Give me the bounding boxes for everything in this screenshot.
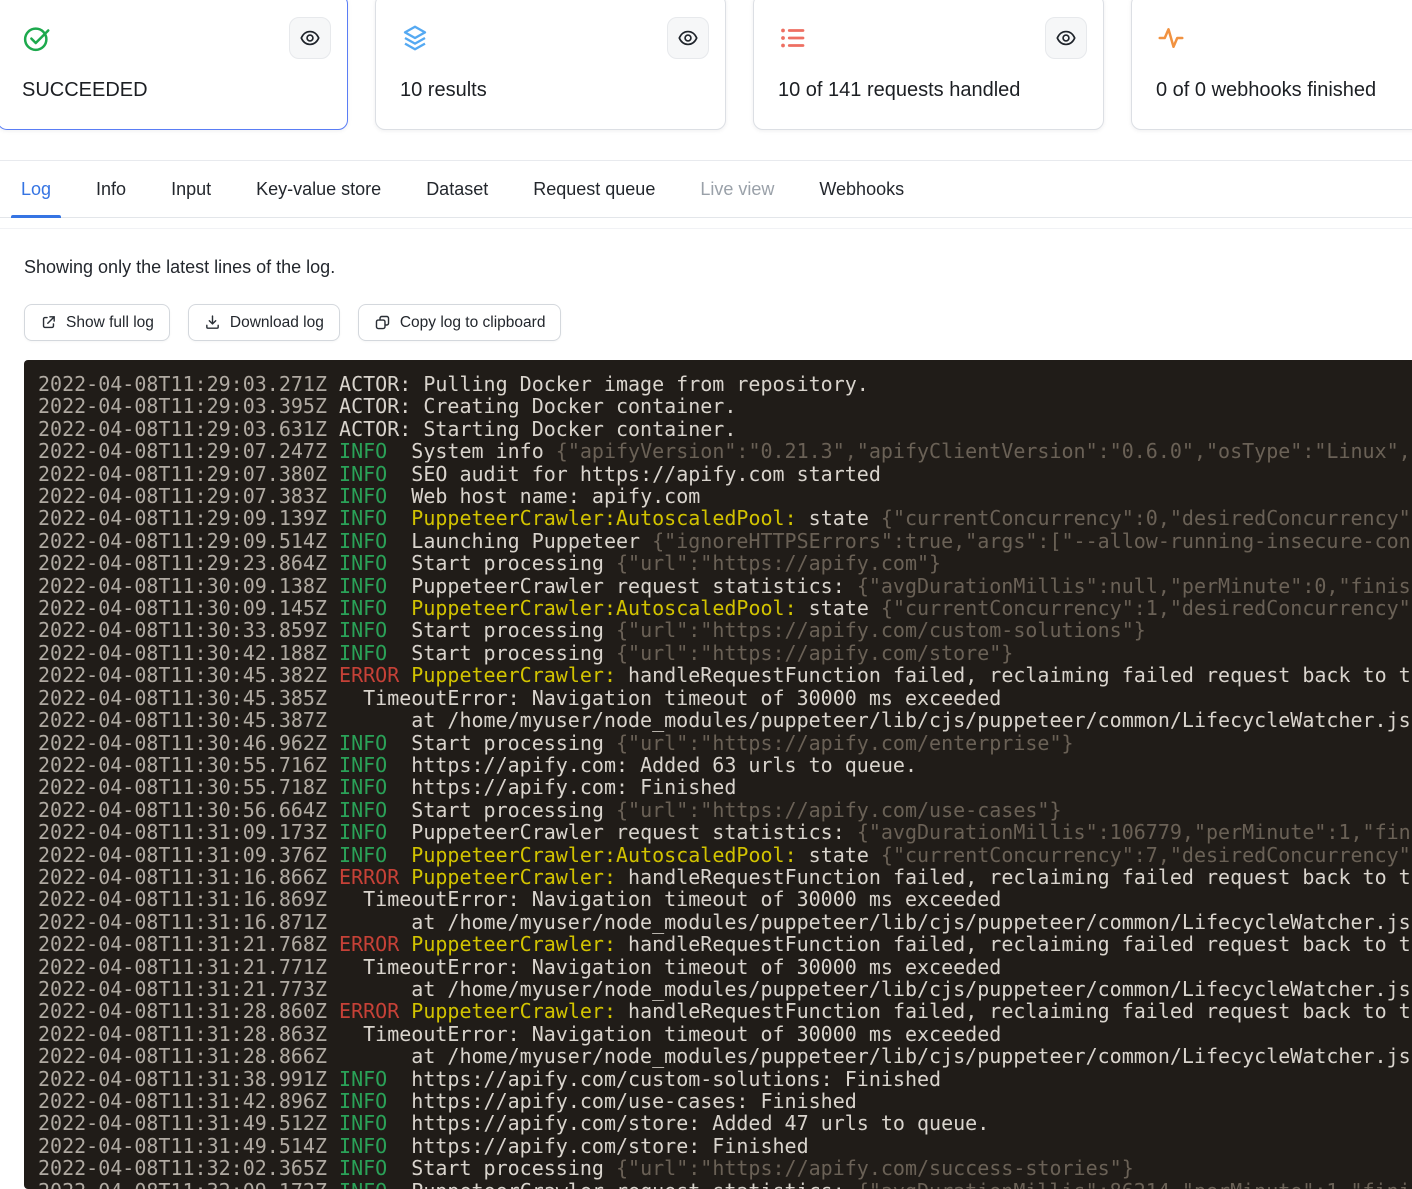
tab-dataset[interactable]: Dataset: [426, 161, 488, 217]
log-line: 2022-04-08T11:31:28.860Z ERROR Puppeteer…: [38, 1000, 1412, 1022]
tab-webhooks[interactable]: Webhooks: [819, 161, 904, 217]
list-icon: [778, 23, 1079, 53]
show-full-log-button[interactable]: Show full log: [24, 304, 170, 341]
log-line: 2022-04-08T11:30:45.385Z TimeoutError: N…: [38, 687, 1412, 709]
status-card-label: SUCCEEDED: [22, 79, 323, 102]
eye-icon: [677, 27, 699, 49]
tab-request-queue[interactable]: Request queue: [533, 161, 655, 217]
log-line: 2022-04-08T11:31:16.869Z TimeoutError: N…: [38, 888, 1412, 910]
tabs: Log Info Input Key-value store Dataset Reques…: [0, 161, 1412, 217]
log-line: 2022-04-08T11:30:56.664Z INFO Start proc…: [38, 799, 1412, 821]
log-line: 2022-04-08T11:31:49.512Z INFO https://ap…: [38, 1112, 1412, 1134]
log-line: 2022-04-08T11:31:16.871Z at /home/myuser…: [38, 911, 1412, 933]
log-line: 2022-04-08T11:30:46.962Z INFO Start proc…: [38, 732, 1412, 754]
download-icon: [204, 314, 221, 331]
eye-preview-button[interactable]: [1045, 17, 1087, 59]
status-card-label: 0 of 0 webhooks finished: [1156, 79, 1412, 102]
log-line: 2022-04-08T11:31:16.866Z ERROR Puppeteer…: [38, 866, 1412, 888]
copy-log-to-clipboard-button[interactable]: Copy log to clipboard: [358, 304, 562, 341]
log-line: 2022-04-08T11:31:21.768Z ERROR Puppeteer…: [38, 933, 1412, 955]
layers-icon: [400, 23, 701, 53]
log-line: 2022-04-08T11:31:49.514Z INFO https://ap…: [38, 1135, 1412, 1157]
copy-icon: [374, 314, 391, 331]
button-label: Copy log to clipboard: [400, 314, 546, 332]
log-line: 2022-04-08T11:31:38.991Z INFO https://ap…: [38, 1068, 1412, 1090]
pulse-icon: [1156, 23, 1412, 53]
status-card-webhooks[interactable]: 0 of 0 webhooks finished: [1131, 0, 1412, 130]
log-line: 2022-04-08T11:30:33.859Z INFO Start proc…: [38, 619, 1412, 641]
log-line: 2022-04-08T11:30:42.188Z INFO Start proc…: [38, 642, 1412, 664]
log-line: 2022-04-08T11:31:09.376Z INFO PuppeteerC…: [38, 844, 1412, 866]
log-line: 2022-04-08T11:31:21.771Z TimeoutError: N…: [38, 956, 1412, 978]
tab-log[interactable]: Log: [21, 161, 51, 217]
log-line: 2022-04-08T11:31:28.863Z TimeoutError: N…: [38, 1023, 1412, 1045]
log-line: 2022-04-08T11:29:03.395Z ACTOR: Creating…: [38, 395, 1412, 417]
log-line: 2022-04-08T11:30:55.718Z INFO https://ap…: [38, 776, 1412, 798]
download-log-button[interactable]: Download log: [188, 304, 340, 341]
status-card-label: 10 of 141 requests handled: [778, 79, 1079, 102]
log-line: 2022-04-08T11:30:09.138Z INFO PuppeteerC…: [38, 575, 1412, 597]
status-card-label: 10 results: [400, 79, 701, 102]
status-cards: SUCCEEDED 10 results 10 of 141 requests ha…: [0, 0, 1412, 130]
log-tab-panel: Showing only the latest lines of the log…: [0, 218, 1412, 1189]
status-card-status[interactable]: SUCCEEDED: [0, 0, 348, 130]
status-card-results[interactable]: 10 results: [375, 0, 726, 130]
log-line: 2022-04-08T11:31:21.773Z at /home/myuser…: [38, 978, 1412, 1000]
log-line: 2022-04-08T11:29:09.514Z INFO Launching …: [38, 530, 1412, 552]
eye-icon: [299, 27, 321, 49]
eye-preview-button[interactable]: [289, 17, 331, 59]
tab-info[interactable]: Info: [96, 161, 126, 217]
eye-preview-button[interactable]: [667, 17, 709, 59]
log-line: 2022-04-08T11:29:07.383Z INFO Web host n…: [38, 485, 1412, 507]
log-line: 2022-04-08T11:30:45.382Z ERROR Puppeteer…: [38, 664, 1412, 686]
eye-icon: [1055, 27, 1077, 49]
log-line: 2022-04-08T11:32:02.365Z INFO Start proc…: [38, 1157, 1412, 1179]
tab-live-view[interactable]: Live view: [700, 161, 774, 217]
log-line: 2022-04-08T11:29:07.380Z INFO SEO audit …: [38, 463, 1412, 485]
log-line: 2022-04-08T11:29:23.864Z INFO Start proc…: [38, 552, 1412, 574]
tab-input[interactable]: Input: [171, 161, 211, 217]
log-line: 2022-04-08T11:29:03.631Z ACTOR: Starting…: [38, 418, 1412, 440]
log-line: 2022-04-08T11:31:09.173Z INFO PuppeteerC…: [38, 821, 1412, 843]
log-line: 2022-04-08T11:31:28.866Z at /home/myuser…: [38, 1045, 1412, 1067]
log-line: 2022-04-08T11:30:55.716Z INFO https://ap…: [38, 754, 1412, 776]
status-card-requests[interactable]: 10 of 141 requests handled: [753, 0, 1104, 130]
log-line: 2022-04-08T11:30:09.145Z INFO PuppeteerC…: [38, 597, 1412, 619]
tab-key-value-store[interactable]: Key-value store: [256, 161, 381, 217]
log-actions: Show full log Download log Copy log to cli…: [24, 304, 1412, 341]
tab-bar: Log Info Input Key-value store Dataset Reques…: [0, 160, 1412, 218]
log-line: 2022-04-08T11:29:09.139Z INFO PuppeteerC…: [38, 507, 1412, 529]
log-output[interactable]: 2022-04-08T11:29:03.271Z ACTOR: Pulling …: [24, 360, 1412, 1189]
external-link-icon: [40, 314, 57, 331]
log-line: 2022-04-08T11:31:42.896Z INFO https://ap…: [38, 1090, 1412, 1112]
check-circle-icon: [22, 23, 323, 53]
log-line: 2022-04-08T11:32:09.172Z INFO PuppeteerC…: [38, 1180, 1412, 1189]
log-line: 2022-04-08T11:30:45.387Z at /home/myuser…: [38, 709, 1412, 731]
log-notice: Showing only the latest lines of the log…: [24, 257, 1412, 278]
button-label: Show full log: [66, 314, 154, 332]
log-line: 2022-04-08T11:29:03.271Z ACTOR: Pulling …: [38, 373, 1412, 395]
log-line: 2022-04-08T11:29:07.247Z INFO System inf…: [38, 440, 1412, 462]
button-label: Download log: [230, 314, 324, 332]
